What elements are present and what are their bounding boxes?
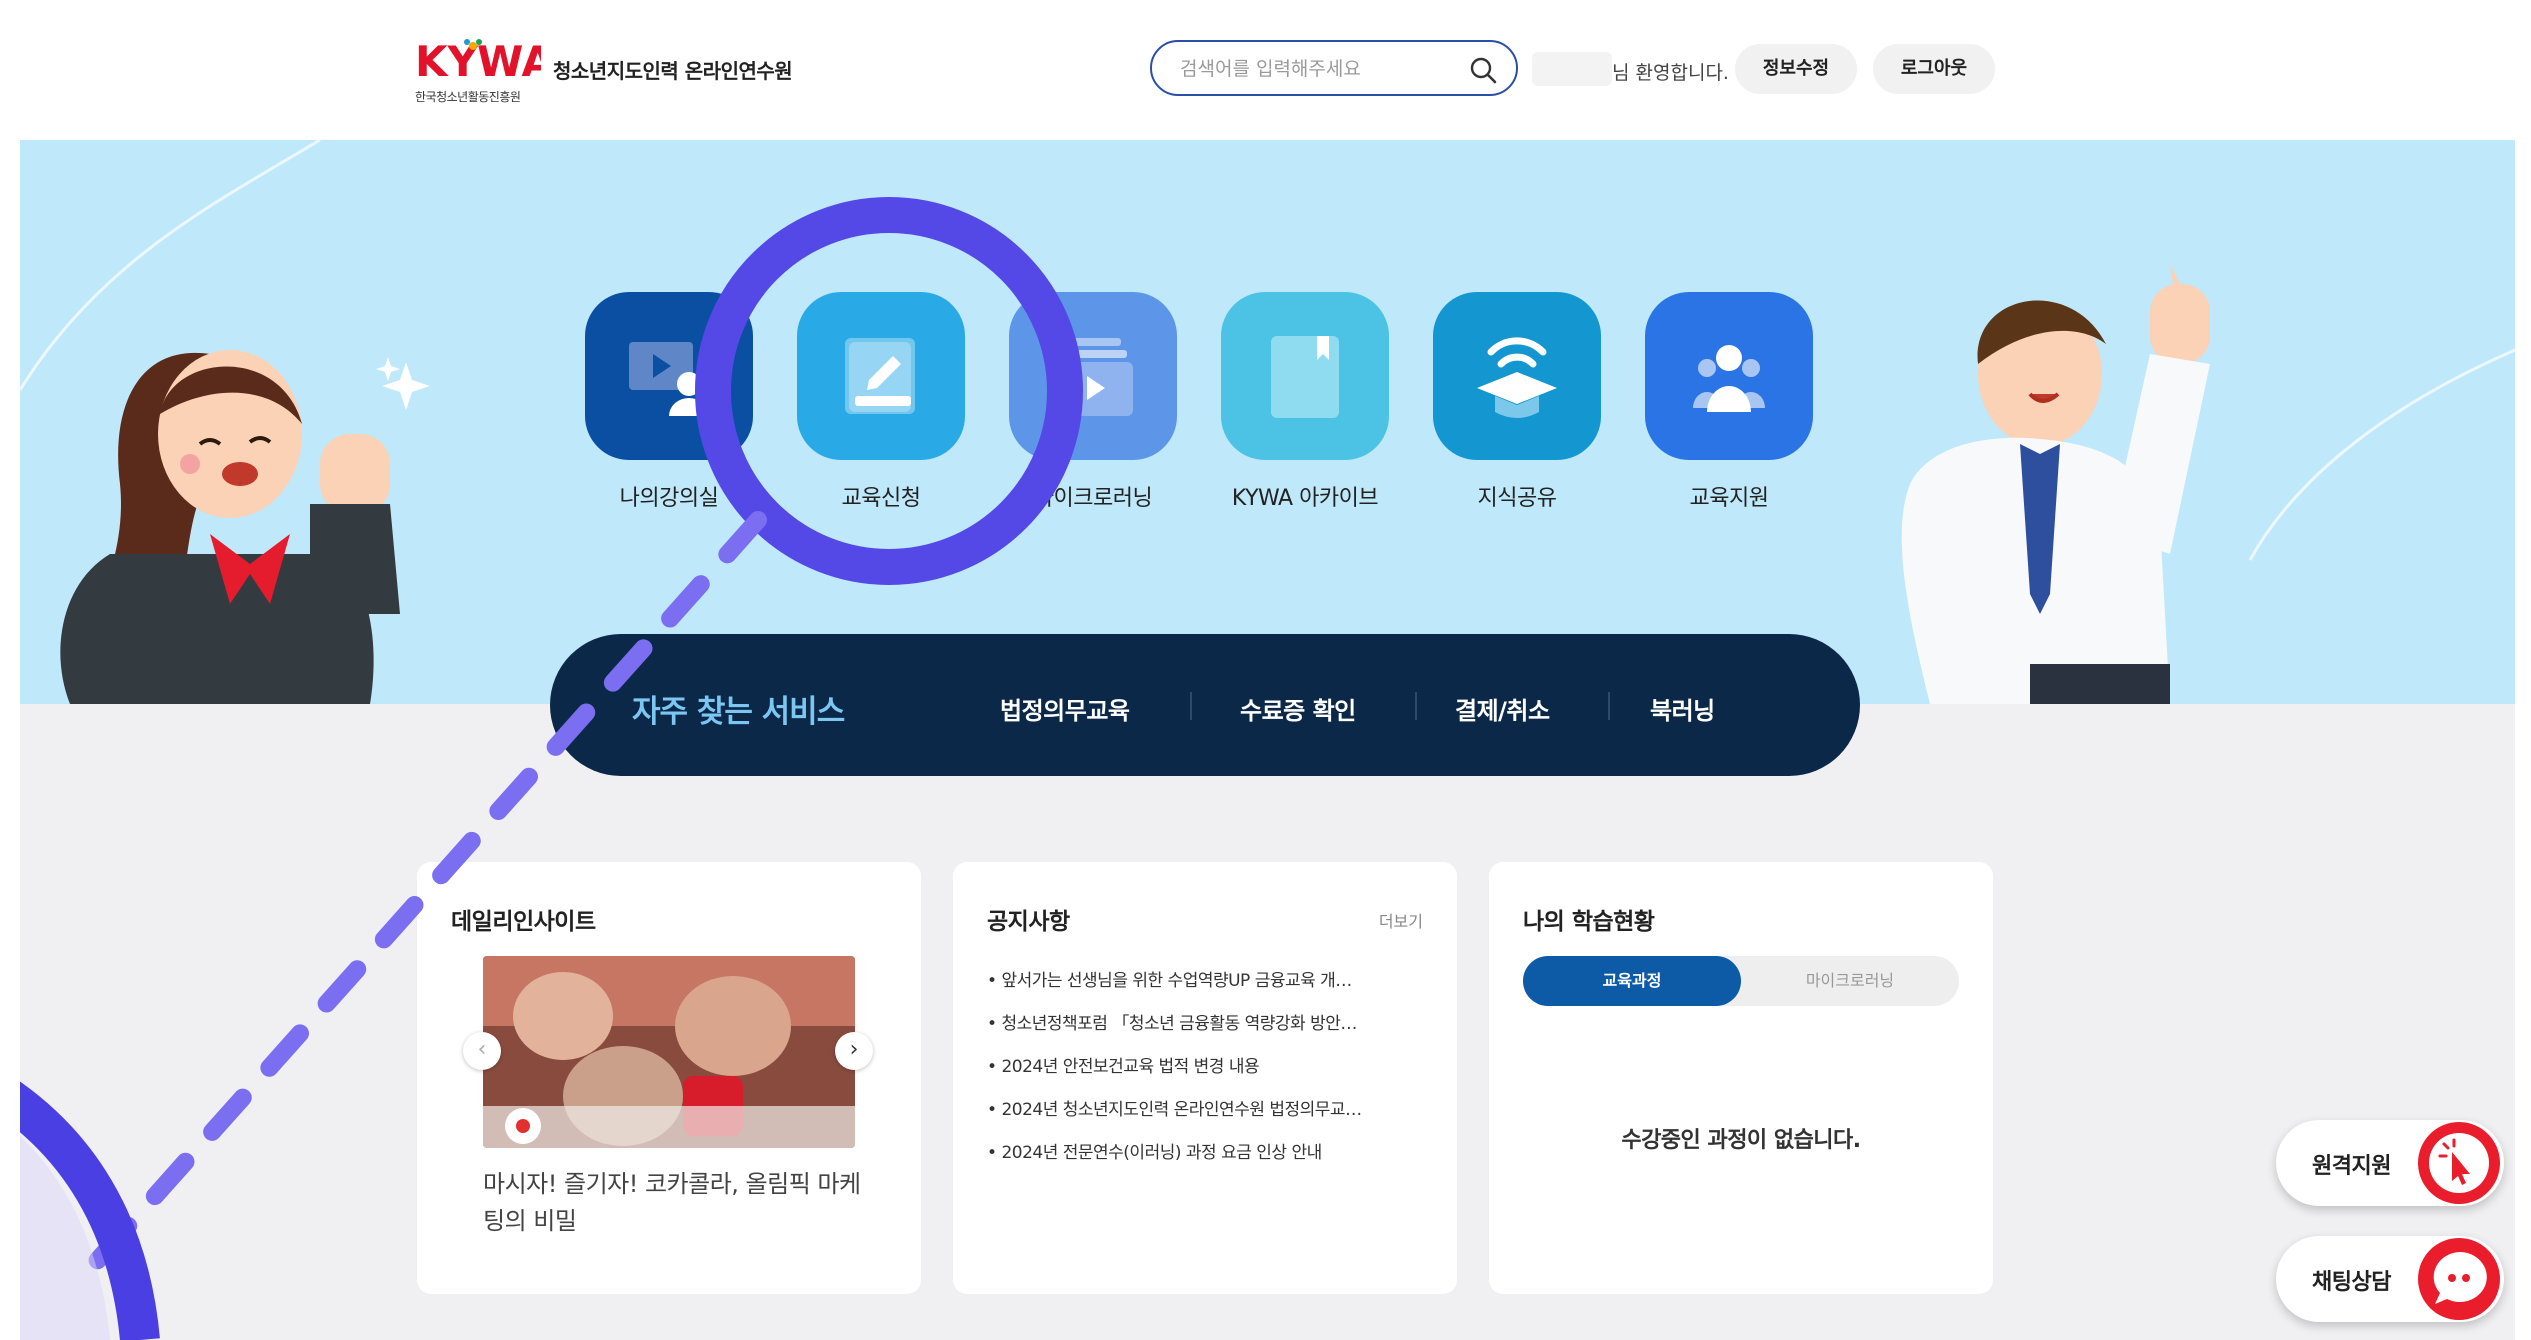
card-title: 공지사항 xyxy=(987,909,1070,935)
insight-caption[interactable]: 마시자! 즐기자! 코카콜라, 올림픽 마케팅의 비밀 xyxy=(483,1166,863,1240)
empty-message: 수강중인 과정이 없습니다. xyxy=(1621,1128,1861,1153)
quick-item-payment-cancel[interactable]: 결제/취소 xyxy=(1455,691,1550,726)
menu-label: 마이크로러닝 xyxy=(1033,486,1153,511)
menu-kywa-archive[interactable]: KYWA 아카이브 xyxy=(1220,292,1390,512)
quick-services-bar: 자주 찾는 서비스 법정의무교육 수료증 확인 결제/취소 북러닝 xyxy=(550,634,1860,776)
cursor-click-icon xyxy=(2418,1122,2500,1204)
learning-tab-toggle: 교육과정 마이크로러닝 xyxy=(1523,956,1959,1006)
remote-support-button[interactable]: 원격지원 xyxy=(2276,1120,2504,1206)
monitor-person-icon xyxy=(585,292,753,460)
tab-courses[interactable]: 교육과정 xyxy=(1523,956,1741,1006)
logo-mark: KY WA xyxy=(415,37,554,86)
student-boy-illustration xyxy=(1901,264,2210,704)
divider xyxy=(1608,692,1610,720)
header: KY WA 한국청소년활동진흥원 청소년지도인력 온라인연수원 님 환영합니다.… xyxy=(20,0,2515,140)
logout-button[interactable]: 로그아웃 xyxy=(1873,44,1995,94)
video-folder-icon xyxy=(1009,292,1177,460)
more-link[interactable]: 더보기 xyxy=(1379,908,1423,932)
people-icon xyxy=(1645,292,1813,460)
menu-label: 나의강의실 xyxy=(619,486,719,511)
carousel-next-button[interactable]: › xyxy=(835,1032,873,1070)
svg-text:WA: WA xyxy=(477,38,541,82)
menu-label: 교육지원 xyxy=(1689,486,1769,511)
notice-item[interactable]: 2024년 전문연수(이러닝) 과정 요금 인상 안내 xyxy=(987,1138,1427,1181)
card-title: 데일리인사이트 xyxy=(451,909,596,935)
user-name-masked xyxy=(1532,52,1612,86)
quick-item-certificate[interactable]: 수료증 확인 xyxy=(1240,691,1356,726)
search-input[interactable] xyxy=(1178,54,1462,84)
notice-item[interactable]: 앞서가는 선생님을 위한 수업역량UP 금융교육 개… xyxy=(987,966,1427,1009)
page: KY WA 한국청소년활동진흥원 청소년지도인력 온라인연수원 님 환영합니다.… xyxy=(20,0,2515,1340)
carousel-prev-button[interactable]: ‹ xyxy=(463,1032,501,1070)
learning-status-card: 나의 학습현황 교육과정 마이크로러닝 수강중인 과정이 없습니다. xyxy=(1489,862,1993,1294)
daily-insight-card: 데일리인사이트 ‹ › 마시자! 즐기자! 코카콜라, 올림픽 마케팅의 비밀 xyxy=(417,862,921,1294)
kywa-logo[interactable]: KY WA 한국청소년활동진흥원 xyxy=(415,37,554,105)
chat-consult-label: 채팅상담 xyxy=(2312,1270,2391,1295)
hero-section: 나의강의실 교육신청 마이크로러닝 KYWA 아카이브 지식공유 교육지원 xyxy=(20,140,2515,704)
quick-item-book-learning[interactable]: 북러닝 xyxy=(1650,691,1715,726)
chat-bubble-icon xyxy=(2418,1238,2500,1320)
chat-consult-button[interactable]: 채팅상담 xyxy=(2276,1236,2504,1322)
menu-knowledge-share[interactable]: 지식공유 xyxy=(1432,292,1602,512)
notice-item[interactable]: 2024년 청소년지도인력 온라인연수원 법정의무교… xyxy=(987,1095,1427,1138)
graduation-cap-wifi-icon xyxy=(1433,292,1601,460)
quick-services-title: 자주 찾는 서비스 xyxy=(632,694,845,730)
book-icon xyxy=(1221,292,1389,460)
logo-subtext: 한국청소년활동진흥원 xyxy=(415,90,521,104)
edit-info-button[interactable]: 정보수정 xyxy=(1735,44,1857,94)
notice-item[interactable]: 청소년정책포럼 「청소년 금융활동 역량강화 방안… xyxy=(987,1009,1427,1052)
search-icon[interactable] xyxy=(1468,55,1498,85)
quick-item-legal-education[interactable]: 법정의무교육 xyxy=(1000,691,1130,726)
site-name[interactable]: 청소년지도인력 온라인연수원 xyxy=(553,55,793,84)
welcome-text: 님 환영합니다. xyxy=(1612,62,1729,84)
menu-education-support[interactable]: 교육지원 xyxy=(1644,292,1814,512)
student-girl-illustration xyxy=(60,350,400,704)
menu-my-classroom[interactable]: 나의강의실 xyxy=(584,292,754,512)
insight-thumbnail[interactable] xyxy=(483,956,855,1148)
notice-item[interactable]: 2024년 안전보건교육 법적 변경 내용 xyxy=(987,1052,1427,1095)
tab-microlearning[interactable]: 마이크로러닝 xyxy=(1741,956,1959,1006)
remote-support-label: 원격지원 xyxy=(2312,1154,2391,1179)
menu-label: KYWA 아카이브 xyxy=(1231,486,1379,511)
menu-microlearning[interactable]: 마이크로러닝 xyxy=(1008,292,1178,512)
divider xyxy=(1415,692,1417,720)
notice-list: 앞서가는 선생님을 위한 수업역량UP 금융교육 개… 청소년정책포럼 「청소년… xyxy=(987,966,1427,1181)
menu-label: 교육신청 xyxy=(841,486,921,511)
menu-label: 지식공유 xyxy=(1477,486,1557,511)
notice-card: 공지사항 더보기 앞서가는 선생님을 위한 수업역량UP 금융교육 개… 청소년… xyxy=(953,862,1457,1294)
search-box xyxy=(1150,40,1518,96)
card-title: 나의 학습현황 xyxy=(1523,909,1655,935)
menu-education-apply[interactable]: 교육신청 xyxy=(796,292,966,512)
svg-text:KY: KY xyxy=(415,38,479,82)
edit-icon xyxy=(797,292,965,460)
divider xyxy=(1190,692,1192,720)
